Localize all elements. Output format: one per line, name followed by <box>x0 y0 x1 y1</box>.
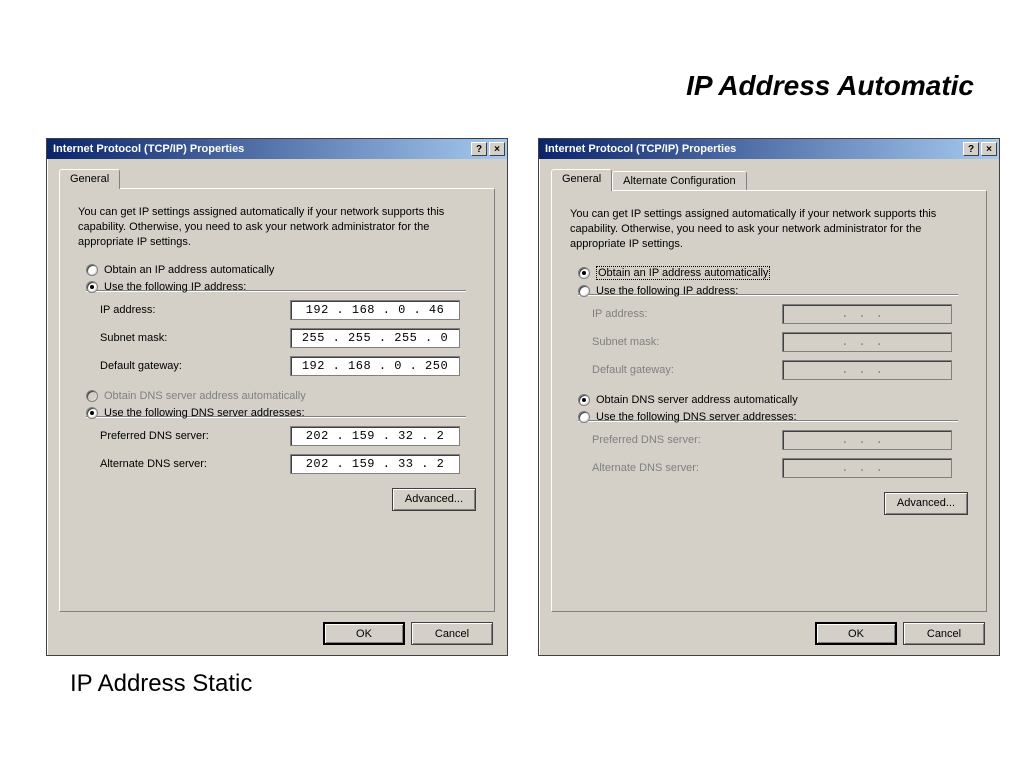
radio-label: Use the following IP address: <box>104 281 246 293</box>
ip-dots: ... <box>841 461 893 475</box>
tab-panel-general: You can get IP settings assigned automat… <box>59 188 495 612</box>
radio-label: Obtain DNS server address automatically <box>104 390 306 402</box>
radio-label: Use the following DNS server addresses: <box>104 407 305 419</box>
slide-title-automatic: IP Address Automatic <box>686 70 974 102</box>
alternate-dns-label: Alternate DNS server: <box>100 458 290 470</box>
alternate-dns-input: ... <box>782 458 952 478</box>
default-gateway-label: Default gateway: <box>100 360 290 372</box>
ip-address-label: IP address: <box>592 308 782 320</box>
ip-address-label: IP address: <box>100 304 290 316</box>
radio-icon <box>86 281 98 293</box>
alternate-dns-label: Alternate DNS server: <box>592 462 782 474</box>
ok-button[interactable]: OK <box>323 622 405 645</box>
radio-icon <box>578 394 590 406</box>
radio-icon <box>86 407 98 419</box>
preferred-dns-label: Preferred DNS server: <box>592 434 782 446</box>
preferred-dns-input[interactable]: 202 . 159 . 32 . 2 <box>290 426 460 446</box>
tcpip-dialog-automatic: Internet Protocol (TCP/IP) Properties ? … <box>538 138 1000 656</box>
help-button[interactable]: ? <box>471 142 487 156</box>
tab-general[interactable]: General <box>59 169 120 189</box>
close-button[interactable]: × <box>489 142 505 156</box>
subnet-mask-input: ... <box>782 332 952 352</box>
radio-label: Obtain an IP address automatically <box>104 264 274 276</box>
radio-label: Use the following IP address: <box>596 285 738 297</box>
ip-dots: ... <box>841 307 893 321</box>
tab-general[interactable]: General <box>551 169 612 191</box>
radio-obtain-ip[interactable]: Obtain an IP address automatically <box>86 264 476 276</box>
radio-label: Use the following DNS server addresses: <box>596 411 797 423</box>
ip-address-input[interactable]: 192 . 168 . 0 . 46 <box>290 300 460 320</box>
cancel-button[interactable]: Cancel <box>411 622 493 645</box>
tab-alternate-configuration[interactable]: Alternate Configuration <box>612 171 747 190</box>
radio-label: Obtain DNS server address automatically <box>596 394 798 406</box>
default-gateway-input: ... <box>782 360 952 380</box>
cancel-button[interactable]: Cancel <box>903 622 985 645</box>
ok-button[interactable]: OK <box>815 622 897 645</box>
subnet-mask-input[interactable]: 255 . 255 . 255 . 0 <box>290 328 460 348</box>
titlebar-text: Internet Protocol (TCP/IP) Properties <box>53 143 469 155</box>
radio-icon <box>86 390 98 402</box>
subnet-mask-label: Subnet mask: <box>100 332 290 344</box>
advanced-button[interactable]: Advanced... <box>392 488 476 511</box>
subnet-mask-label: Subnet mask: <box>592 336 782 348</box>
radio-obtain-dns: Obtain DNS server address automatically <box>86 390 476 402</box>
description-text: You can get IP settings assigned automat… <box>570 207 968 252</box>
radio-icon <box>578 267 590 279</box>
radio-icon <box>578 411 590 423</box>
ip-dots: ... <box>841 363 893 377</box>
tcpip-dialog-static: Internet Protocol (TCP/IP) Properties ? … <box>46 138 508 656</box>
help-button[interactable]: ? <box>963 142 979 156</box>
preferred-dns-label: Preferred DNS server: <box>100 430 290 442</box>
ip-address-input: ... <box>782 304 952 324</box>
radio-label: Obtain an IP address automatically <box>596 266 770 280</box>
slide-caption-static: IP Address Static <box>70 670 252 698</box>
titlebar: Internet Protocol (TCP/IP) Properties ? … <box>539 139 999 159</box>
radio-icon <box>578 285 590 297</box>
tab-panel-general: You can get IP settings assigned automat… <box>551 190 987 612</box>
default-gateway-label: Default gateway: <box>592 364 782 376</box>
description-text: You can get IP settings assigned automat… <box>78 205 476 250</box>
radio-obtain-ip[interactable]: Obtain an IP address automatically <box>578 266 968 280</box>
alternate-dns-input[interactable]: 202 . 159 . 33 . 2 <box>290 454 460 474</box>
radio-obtain-dns[interactable]: Obtain DNS server address automatically <box>578 394 968 406</box>
close-button[interactable]: × <box>981 142 997 156</box>
titlebar-text: Internet Protocol (TCP/IP) Properties <box>545 143 961 155</box>
advanced-button[interactable]: Advanced... <box>884 492 968 515</box>
default-gateway-input[interactable]: 192 . 168 . 0 . 250 <box>290 356 460 376</box>
radio-icon <box>86 264 98 276</box>
ip-dots: ... <box>841 433 893 447</box>
preferred-dns-input: ... <box>782 430 952 450</box>
titlebar: Internet Protocol (TCP/IP) Properties ? … <box>47 139 507 159</box>
ip-dots: ... <box>841 335 893 349</box>
